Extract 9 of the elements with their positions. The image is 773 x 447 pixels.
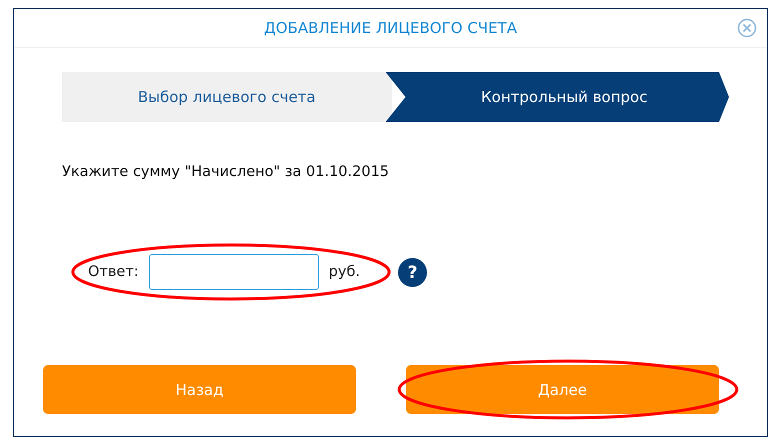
wizard-step[interactable]: Контрольный вопрос <box>386 72 729 122</box>
wizard-step[interactable]: Выбор лицевого счета <box>62 72 392 122</box>
answer-field[interactable] <box>148 254 319 290</box>
close-icon[interactable] <box>737 18 757 38</box>
help-icon[interactable]: ? <box>398 258 427 287</box>
unit-label: руб. <box>328 264 360 280</box>
question-text: Укажите сумму "Начислено" за 01.10.2015 <box>62 164 390 180</box>
window-title: ДОБАВЛЕНИЕ ЛИЦЕВОГО СЧЕТА <box>264 19 517 37</box>
answer-label: Ответ: <box>88 264 139 280</box>
